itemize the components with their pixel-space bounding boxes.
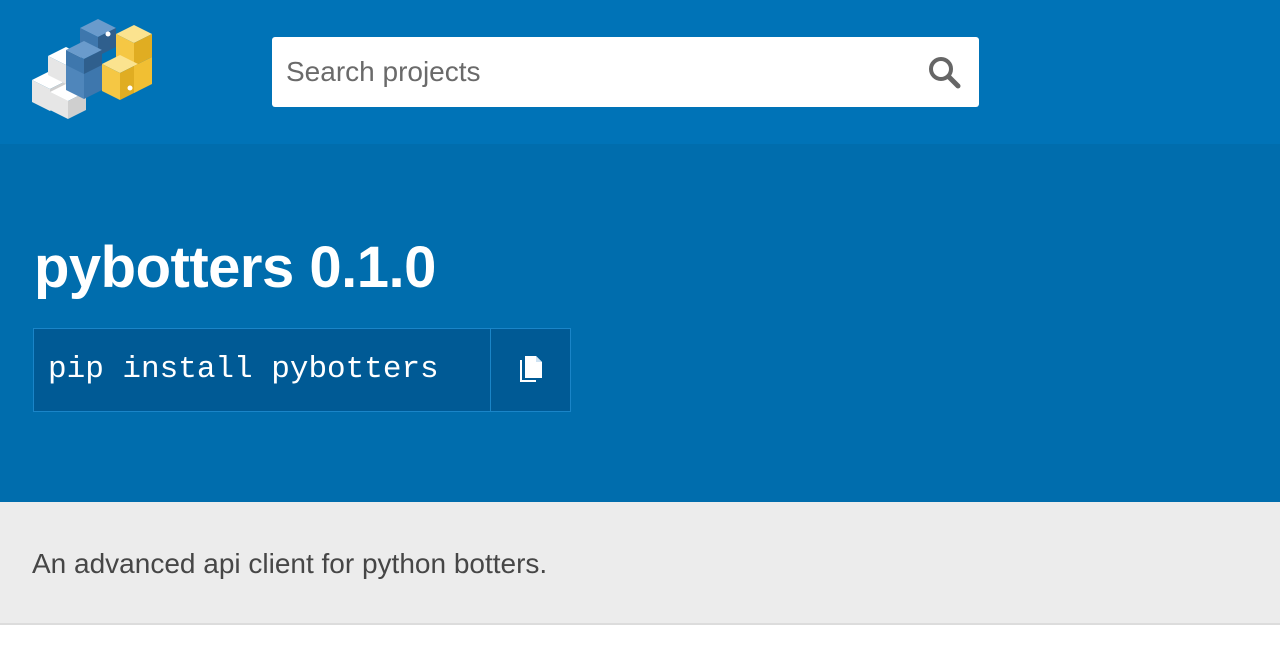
copy-icon (519, 356, 542, 382)
site-header (0, 0, 1280, 144)
package-header: pybotters 0.1.0 pip install pybotters (0, 144, 1280, 502)
package-title: pybotters 0.1.0 (34, 235, 436, 300)
package-description: An advanced api client for python botter… (32, 548, 548, 579)
pip-command-text[interactable]: pip install pybotters (34, 329, 491, 411)
package-summary-band: An advanced api client for python botter… (0, 502, 1280, 625)
search-input[interactable] (272, 37, 912, 107)
copy-button[interactable] (491, 329, 570, 411)
search-icon (929, 57, 961, 89)
pypi-logo[interactable] (28, 14, 154, 124)
search-form (272, 37, 979, 107)
search-button[interactable] (909, 37, 979, 107)
pip-install-command: pip install pybotters (33, 328, 571, 412)
